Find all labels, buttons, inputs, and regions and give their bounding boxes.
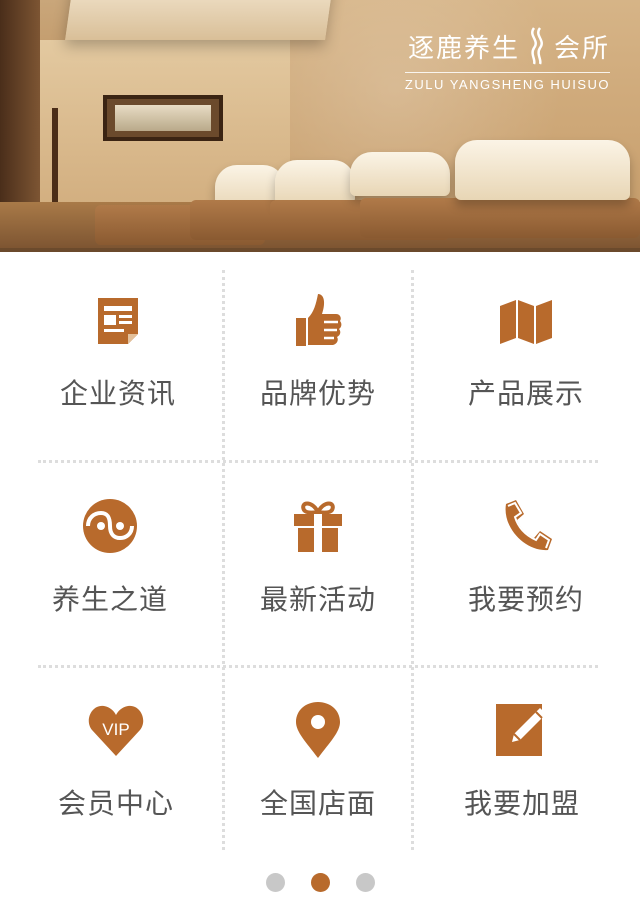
vip-heart-icon: VIP (88, 705, 144, 756)
logo-text-cn: 逐鹿养生 (407, 33, 520, 64)
menu-item-products[interactable]: 产品展示 (426, 252, 626, 452)
menu-item-booking[interactable]: 我要预约 (426, 458, 626, 658)
menu-item-label: 产品展示 (467, 377, 584, 410)
edit-icon (496, 704, 546, 756)
menu-item-label: 会员中心 (57, 787, 174, 820)
menu-item-membership[interactable]: VIP 会员中心 (16, 662, 216, 862)
map-icon (500, 300, 552, 344)
menu-item-label: 企业资讯 (59, 377, 176, 410)
menu-item-label: 最新活动 (259, 583, 376, 616)
logo-text-cn-suffix: 会所 (553, 33, 610, 64)
menu-item-brand[interactable]: 品牌优势 (218, 252, 418, 452)
yin-yang-icon (83, 499, 137, 553)
massage-sofa (455, 140, 630, 200)
logo-divider (404, 72, 610, 73)
menu-item-label: 全国店面 (259, 787, 376, 820)
menu-item-wellness[interactable]: 养生之道 (10, 458, 210, 658)
brand-logo: 逐鹿养生 会所 ZULU YANGSHENG HUISUO (404, 26, 610, 92)
logo-text-en: ZULU YANGSHENG HUISUO (404, 77, 610, 92)
page-dot[interactable] (355, 873, 375, 892)
menu-item-franchise[interactable]: 我要加盟 (422, 662, 622, 862)
menu-item-label: 品牌优势 (259, 377, 376, 410)
page-dot-active[interactable] (310, 873, 330, 892)
newspaper-icon (98, 298, 138, 344)
menu-item-label: 养生之道 (51, 583, 168, 616)
thumbs-up-icon (296, 294, 342, 346)
menu-item-news[interactable]: 企业资讯 (18, 252, 218, 452)
massage-sofa (350, 152, 450, 196)
sofa-base (360, 198, 640, 238)
banner-ceiling (65, 0, 335, 40)
logo-title: 逐鹿养生 会所 (405, 26, 610, 66)
menu-item-stores[interactable]: 全国店面 (218, 662, 418, 862)
banner-painting (103, 95, 223, 141)
hero-banner: 逐鹿养生 会所 ZULU YANGSHENG HUISUO (0, 0, 640, 252)
menu-item-label: 我要预约 (467, 583, 584, 616)
menu-item-events[interactable]: 最新活动 (218, 458, 418, 658)
gift-icon (294, 501, 342, 552)
page-dot[interactable] (265, 873, 285, 892)
location-pin-icon (296, 702, 340, 758)
flame-logo-icon (531, 27, 543, 65)
massage-sofa (275, 160, 355, 204)
phone-icon (505, 500, 552, 551)
pagination-dots (0, 873, 640, 892)
menu-item-label: 我要加盟 (463, 787, 580, 820)
svg-text:VIP: VIP (102, 720, 129, 739)
